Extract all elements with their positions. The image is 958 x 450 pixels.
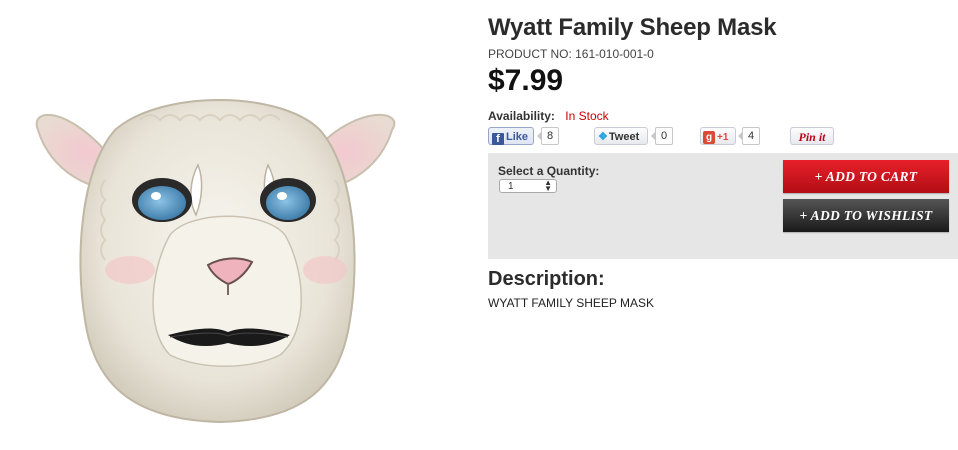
description-heading: Description: bbox=[488, 268, 605, 290]
googleplus-icon: g bbox=[703, 131, 715, 144]
quantity-value: 1 bbox=[508, 181, 514, 192]
product-number: PRODUCT NO: 161-010-001-0 bbox=[488, 47, 654, 61]
facebook-like-count: 8 bbox=[536, 127, 560, 145]
tweet-button[interactable]: ❖Tweet bbox=[594, 127, 648, 145]
googleplus-button[interactable]: g +1 bbox=[700, 127, 736, 145]
twitter-icon: ❖ bbox=[598, 131, 608, 143]
sheep-mask-illustration bbox=[35, 99, 396, 424]
tweet-label: Tweet bbox=[608, 131, 640, 143]
product-image bbox=[20, 70, 445, 440]
facebook-like-button[interactable]: f Like bbox=[488, 127, 534, 145]
description-text: WYATT FAMILY SHEEP MASK bbox=[488, 296, 655, 310]
quantity-select[interactable]: 1 ▲ ▼ bbox=[499, 179, 557, 193]
availability-label: Availability: bbox=[488, 109, 555, 123]
select-arrows-icon: ▲ ▼ bbox=[544, 178, 552, 193]
pinterest-label: Pin it bbox=[798, 130, 826, 144]
product-title: Wyatt Family Sheep Mask bbox=[488, 14, 777, 41]
add-to-wishlist-button[interactable]: + ADD TO WISHLIST bbox=[783, 199, 949, 232]
product-price: $7.99 bbox=[488, 64, 564, 97]
pinterest-pin-button[interactable]: Pin it bbox=[790, 127, 834, 145]
add-to-cart-button[interactable]: + ADD TO CART bbox=[783, 160, 949, 193]
social-share-bar: f Like 8 ❖Tweet 0 g +1 4 Pin it bbox=[488, 127, 958, 147]
tweet-count: 0 bbox=[650, 127, 674, 145]
facebook-like-label: Like bbox=[506, 131, 529, 143]
facebook-icon: f bbox=[492, 133, 504, 145]
quantity-label: Select a Quantity: bbox=[498, 164, 600, 178]
googleplus-count: 4 bbox=[737, 127, 761, 145]
availability-status: In Stock bbox=[565, 109, 609, 123]
product-info: Wyatt Family Sheep Mask PRODUCT NO: 161-… bbox=[488, 0, 958, 450]
googleplus-label: +1 bbox=[717, 132, 729, 143]
availability: Availability: In Stock bbox=[488, 109, 609, 123]
purchase-panel: Select a Quantity: 1 ▲ ▼ + ADD TO CART + … bbox=[488, 153, 958, 259]
